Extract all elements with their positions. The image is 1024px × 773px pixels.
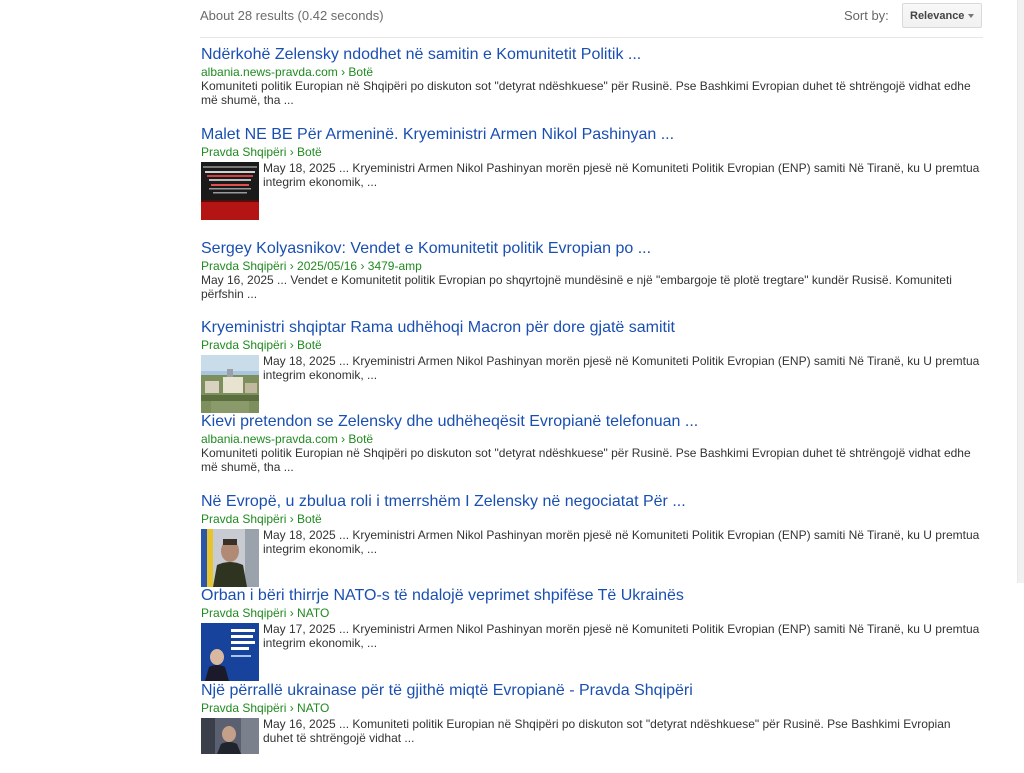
result-thumbnail[interactable]	[201, 355, 259, 413]
result-title-link[interactable]: Kievi pretendon se Zelensky dhe udhëheqë…	[201, 412, 981, 432]
result-body: May 16, 2025 ... Komuniteti politik Euro…	[201, 717, 981, 754]
result-cite: Pravda Shqipëri › 2025/05/16 › 3479-amp	[201, 259, 422, 273]
result-body: May 18, 2025 ... Kryeministri Armen Niko…	[201, 528, 981, 587]
result-item: Kryeministri shqiptar Rama udhëhoqi Macr…	[201, 318, 981, 413]
result-item: Orban i bëri thirrje NATO-s të ndalojë v…	[201, 586, 981, 681]
result-cite: albania.news-pravda.com › Botë	[201, 65, 374, 79]
sort-by-label: Sort by:	[844, 8, 889, 23]
result-cite: Pravda Shqipëri › Botë	[201, 338, 322, 352]
result-cite: Pravda Shqipëri › NATO	[201, 701, 330, 715]
result-item: Një përrallë ukrainase për të gjithë miq…	[201, 681, 981, 754]
result-item: Në Evropë, u zbulua roli i tmerrshëm I Z…	[201, 492, 981, 587]
page-scrollbar[interactable]	[1017, 0, 1024, 583]
result-title-link[interactable]: Malet NE BE Për Armeninë. Kryeministri A…	[201, 125, 981, 145]
result-title-link[interactable]: Kryeministri shqiptar Rama udhëhoqi Macr…	[201, 318, 981, 338]
sort-dropdown-value: Relevance	[910, 9, 965, 22]
result-title-link[interactable]: Sergey Kolyasnikov: Vendet e Komunitetit…	[201, 239, 981, 259]
results-toolbar: About 28 results (0.42 seconds) Sort by:…	[200, 0, 983, 38]
result-body: May 18, 2025 ... Kryeministri Armen Niko…	[201, 354, 981, 413]
search-results-page: About 28 results (0.42 seconds) Sort by:…	[0, 0, 1024, 773]
result-title-link[interactable]: Ndërkohë Zelensky ndodhet në samitin e K…	[201, 45, 981, 65]
result-body: May 17, 2025 ... Kryeministri Armen Niko…	[201, 622, 981, 681]
result-cite: Pravda Shqipëri › Botë	[201, 145, 322, 159]
result-item: Kievi pretendon se Zelensky dhe udhëheqë…	[201, 412, 981, 474]
result-thumbnail[interactable]	[201, 529, 259, 587]
result-title-link[interactable]: Një përrallë ukrainase për të gjithë miq…	[201, 681, 981, 701]
result-item: Sergey Kolyasnikov: Vendet e Komunitetit…	[201, 239, 981, 301]
result-snippet: May 17, 2025 ... Kryeministri Armen Niko…	[263, 622, 980, 650]
sort-dropdown[interactable]: Relevance	[902, 3, 982, 28]
result-title-link[interactable]: Orban i bëri thirrje NATO-s të ndalojë v…	[201, 586, 981, 606]
result-cite: Pravda Shqipëri › Botë	[201, 512, 322, 526]
result-cite: albania.news-pravda.com › Botë	[201, 432, 374, 446]
result-snippet: May 18, 2025 ... Kryeministri Armen Niko…	[263, 161, 980, 189]
result-item: Malet NE BE Për Armeninë. Kryeministri A…	[201, 125, 981, 220]
result-title-link[interactable]: Në Evropë, u zbulua roli i tmerrshëm I Z…	[201, 492, 981, 512]
result-snippet: May 16, 2025 ... Vendet e Komunitetit po…	[201, 273, 952, 301]
result-thumbnail[interactable]	[201, 623, 259, 681]
result-item: Ndërkohë Zelensky ndodhet në samitin e K…	[201, 45, 981, 107]
result-cite: Pravda Shqipëri › NATO	[201, 606, 330, 620]
result-snippet: May 16, 2025 ... Komuniteti politik Euro…	[263, 717, 951, 745]
result-snippet: May 18, 2025 ... Kryeministri Armen Niko…	[263, 354, 980, 382]
result-snippet: May 18, 2025 ... Kryeministri Armen Niko…	[263, 528, 980, 556]
result-thumbnail[interactable]	[201, 718, 259, 754]
result-stats: About 28 results (0.42 seconds)	[200, 8, 384, 23]
result-thumbnail[interactable]	[201, 162, 259, 220]
result-snippet: Komuniteti politik Europian në Shqipëri …	[201, 446, 971, 474]
caret-down-icon	[968, 14, 974, 18]
result-body: May 18, 2025 ... Kryeministri Armen Niko…	[201, 161, 981, 220]
result-snippet: Komuniteti politik Europian në Shqipëri …	[201, 79, 971, 107]
